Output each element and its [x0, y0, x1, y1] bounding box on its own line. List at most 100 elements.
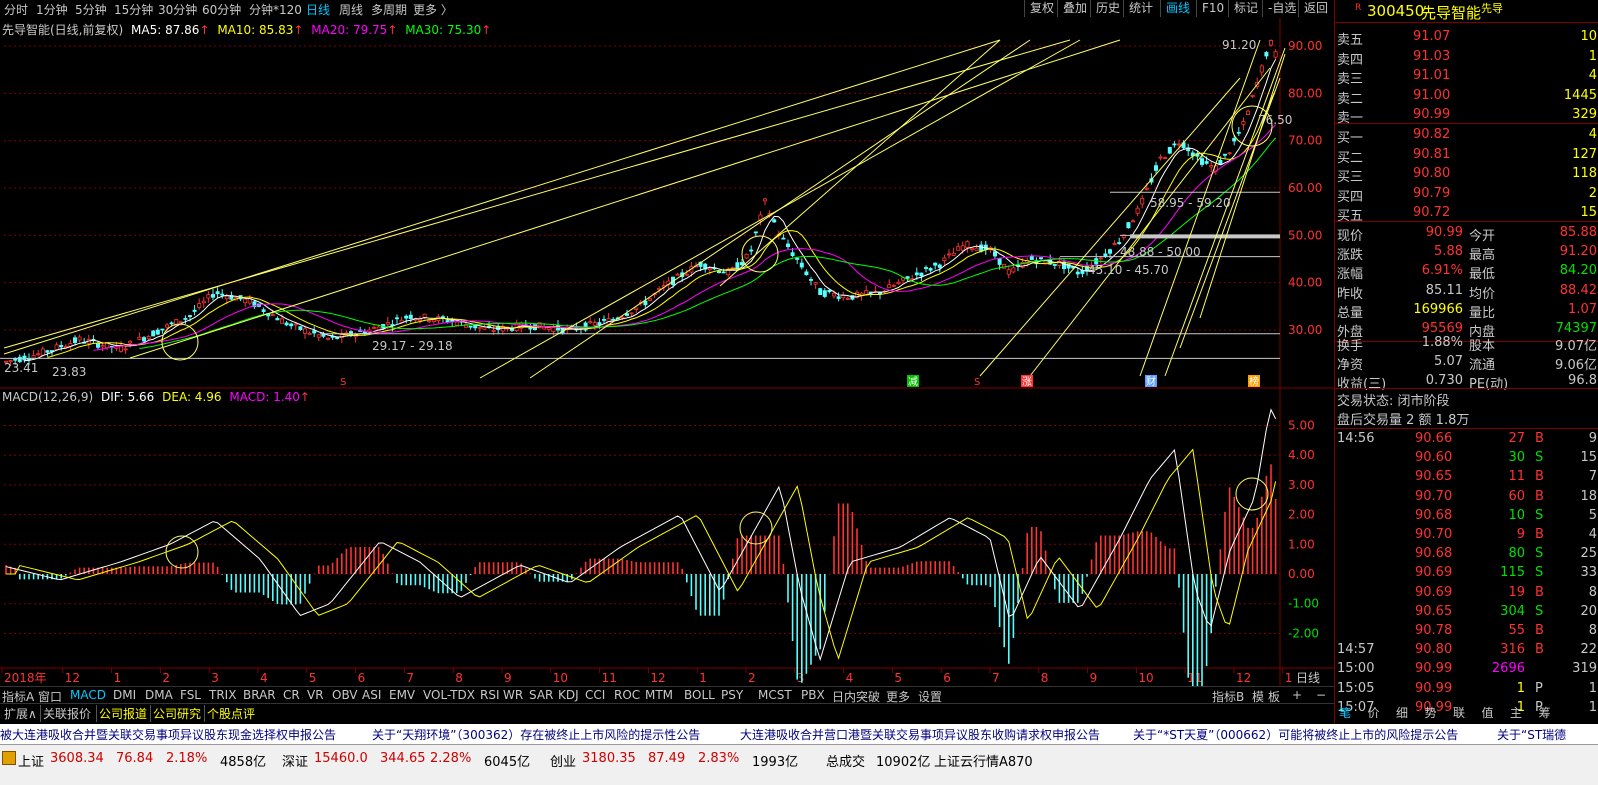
kline-chart[interactable]: 90.0080.0070.0060.0050.0040.0030.005.004… — [0, 18, 1334, 723]
tick-count: 22 — [1580, 642, 1597, 658]
candle-body — [836, 296, 841, 299]
tick-side: B — [1535, 488, 1544, 504]
candle-body — [1154, 165, 1159, 171]
ext-tab-1[interactable]: 关联报价 — [40, 705, 93, 722]
news-item[interactable]: 关于“ST瑞德 — [1497, 726, 1566, 743]
ext-tab-3[interactable]: 公司研究 — [150, 705, 203, 722]
indicator-tab-17[interactable]: KDJ — [558, 688, 579, 702]
bid-row[interactable]: 买一 90.82 4 — [1335, 126, 1598, 146]
toolbar-btn-4[interactable]: 画线 — [1160, 0, 1195, 17]
macd-tick: -1.00 — [1288, 597, 1319, 611]
indicator-tab-11[interactable]: ASI — [362, 688, 381, 702]
quote-value: 169966 — [1413, 301, 1463, 317]
toolbar-btn-0[interactable]: 复权 — [1024, 0, 1059, 17]
ask-row[interactable]: 卖五 91.07 10 — [1335, 28, 1598, 48]
ask-price: 91.01 — [1413, 68, 1451, 84]
legend-stock-name: 先导智能(日线,前复权) — [2, 23, 124, 37]
toolbar-btn-6[interactable]: 标记 — [1228, 0, 1263, 17]
indicator-tab-7[interactable]: BRAR — [243, 688, 276, 702]
right-tab-1[interactable]: 价 — [1368, 704, 1380, 722]
period-4[interactable]: 30分钟 — [158, 1, 197, 18]
indicator-tab-3[interactable]: DMI — [113, 688, 136, 702]
toolbar-btn-8[interactable]: 返回 — [1298, 0, 1333, 17]
ext-tab-2[interactable]: 公司报道 — [96, 705, 149, 722]
tick-volume: 304 — [1500, 603, 1525, 619]
indicator-right-3[interactable]: + — [1292, 688, 1302, 702]
right-tab-5[interactable]: 值 — [1482, 704, 1494, 722]
right-tab-0[interactable]: 笔 — [1339, 704, 1351, 722]
period-6[interactable]: 分钟*120 — [249, 1, 302, 18]
indicator-tab-2[interactable]: MACD — [70, 688, 106, 702]
indicator-tab-22[interactable]: PSY — [721, 688, 743, 702]
app-icon[interactable] — [2, 751, 16, 765]
period-8[interactable]: 周线 — [339, 1, 363, 18]
indicator-tab-5[interactable]: FSL — [180, 688, 201, 702]
toolbar-btn-5[interactable]: F10 — [1196, 0, 1229, 17]
ask-row[interactable]: 卖三 91.01 4 — [1335, 67, 1598, 87]
period-1[interactable]: 1分钟 — [36, 1, 68, 18]
period-2[interactable]: 5分钟 — [75, 1, 107, 18]
indicator-right-4[interactable]: − — [1316, 688, 1326, 702]
indicator-tab-20[interactable]: MTM — [645, 688, 673, 702]
candle-body — [528, 327, 533, 330]
right-tab-2[interactable]: 细 — [1396, 704, 1408, 722]
toolbar-btn-7[interactable]: -自选 — [1262, 0, 1301, 17]
toolbar-btn-3[interactable]: 统计 — [1123, 0, 1158, 17]
candle-body — [832, 293, 837, 297]
news-item[interactable]: 关于“天翔环境”（300362）存在被终止上市风险的提示性公告 — [372, 726, 700, 743]
bid-row[interactable]: 买二 90.81 127 — [1335, 146, 1598, 166]
right-tab-4[interactable]: 联 — [1453, 704, 1465, 722]
news-item[interactable]: 大连港吸收合并营口港暨关联交易事项异议股东收购请求权申报公告 — [740, 726, 1100, 743]
period-7[interactable]: 日线 — [306, 1, 330, 18]
tick-count: 9 — [1588, 431, 1597, 446]
macd-tick: 5.00 — [1288, 419, 1315, 433]
indicator-tab-24[interactable]: PBX — [801, 688, 825, 702]
bid-row[interactable]: 买三 90.80 118 — [1335, 165, 1598, 185]
indicator-tab-19[interactable]: ROC — [614, 688, 640, 702]
ask-volume: 329 — [1572, 107, 1597, 123]
right-tab-7[interactable]: 筹 — [1539, 704, 1551, 722]
ask-volume: 1 — [1588, 48, 1597, 64]
ext-tab-4[interactable]: 个股点评 — [204, 705, 257, 722]
bid-volume: 118 — [1572, 166, 1597, 182]
indicator-tab-14[interactable]: RSI — [480, 688, 500, 702]
candle-body — [864, 290, 869, 295]
indicator-tab-13[interactable]: VOL-TDX — [423, 688, 475, 702]
indicator-tab-9[interactable]: VR — [307, 688, 324, 702]
indicator-tab-16[interactable]: SAR — [529, 688, 553, 702]
period-3[interactable]: 15分钟 — [114, 1, 153, 18]
index-name: 创业 — [550, 755, 577, 770]
toolbar-btn-2[interactable]: 历史 — [1090, 0, 1125, 17]
indicator-tab-21[interactable]: BOLL — [684, 688, 715, 702]
candle-body — [684, 273, 689, 276]
indicator-tab-12[interactable]: EMV — [389, 688, 415, 702]
quote-panel: R 300450 先导智能 先导 卖五 91.07 10 卖四 91.03 1 卖三 91.0… — [1334, 0, 1598, 724]
right-tab-3[interactable]: 势 — [1425, 704, 1437, 722]
price-tick: 40.00 — [1288, 276, 1322, 290]
indicator-tab-8[interactable]: CR — [283, 688, 300, 702]
indicator-tab-10[interactable]: OBV — [332, 688, 358, 702]
indicator-tab-6[interactable]: TRIX — [209, 688, 236, 702]
indicator-tab-18[interactable]: CCI — [585, 688, 605, 702]
chart-area[interactable]: 90.00 80.00 70.00 60.00 50.00 40.00 30.00 5.00 4… — [0, 18, 1334, 723]
indicator-tab-4[interactable]: DMA — [145, 688, 173, 702]
news-item[interactable]: 关于“*ST天夏”（000662）可能将被终止上市的风险提示公告 — [1133, 726, 1458, 743]
period-5[interactable]: 60分钟 — [202, 1, 241, 18]
ext-tab-0[interactable]: 扩展∧ — [2, 705, 39, 722]
period-0[interactable]: 分时 — [4, 1, 28, 18]
ask-row[interactable]: 卖二 91.00 1445 — [1335, 87, 1598, 107]
period-10[interactable]: 更多 〉 — [413, 1, 453, 18]
candle-body — [772, 219, 777, 223]
toolbar-btn-1[interactable]: 叠加 — [1057, 0, 1092, 17]
indicator-tab-23[interactable]: MCST — [758, 688, 792, 702]
right-tab-6[interactable]: 主 — [1510, 704, 1522, 722]
indicator-tab-15[interactable]: WR — [503, 688, 523, 702]
bid-row[interactable]: 买四 90.79 2 — [1335, 185, 1598, 205]
candle-body — [809, 279, 814, 281]
news-ticker[interactable]: 被大连港吸收合并暨关联交易事项异议股东现金选择权申报公告 关于“天翔环境”（300… — [0, 724, 1598, 744]
news-item[interactable]: 被大连港吸收合并暨关联交易事项异议股东现金选择权申报公告 — [0, 726, 336, 743]
period-9[interactable]: 多周期 — [371, 1, 407, 18]
event-marker-label: 减 — [908, 376, 918, 388]
ask-row[interactable]: 卖四 91.03 1 — [1335, 48, 1598, 68]
fund-label: 股本 — [1469, 339, 1496, 354]
